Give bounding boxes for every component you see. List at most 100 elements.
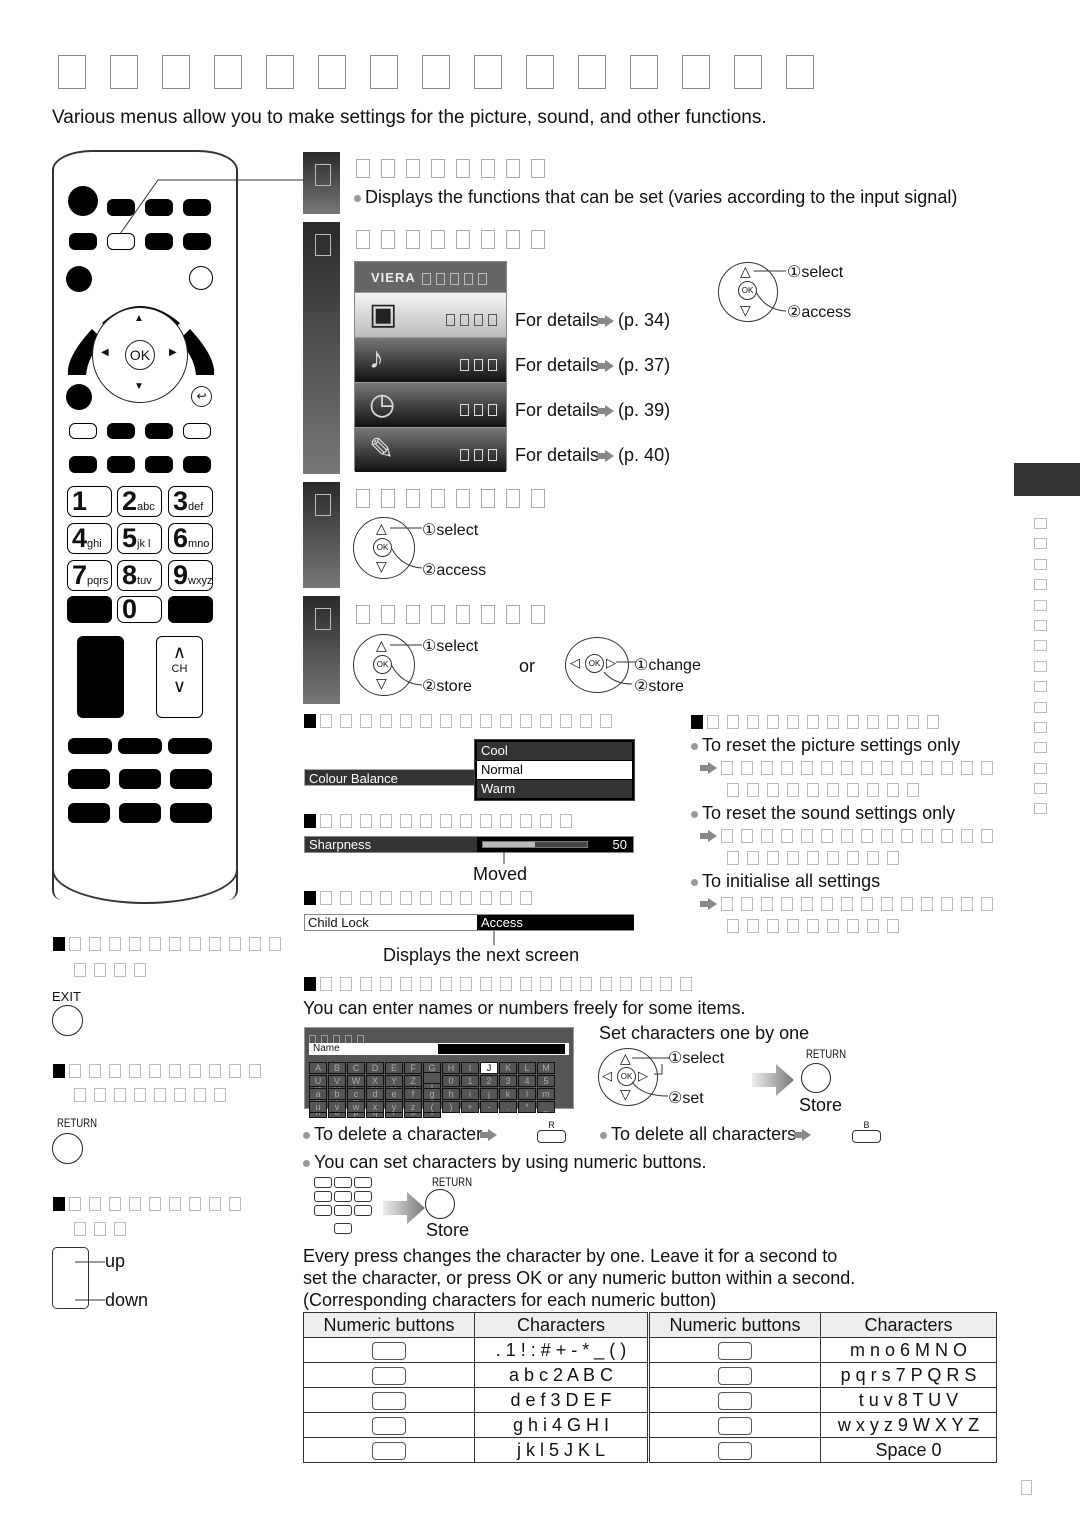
name-input[interactable]	[438, 1044, 565, 1054]
remote-button[interactable]	[107, 456, 135, 473]
keyboard-key[interactable]: v	[328, 1101, 346, 1113]
left-arrow-icon[interactable]: ◀	[101, 347, 109, 358]
remote-button[interactable]	[68, 738, 112, 754]
remote-button[interactable]	[145, 456, 173, 473]
child-lock-row[interactable]: Child Lock Access	[304, 914, 634, 931]
step-1-heading	[356, 159, 556, 178]
colour-balance-dropdown[interactable]: Cool Normal Warm	[474, 739, 635, 801]
subheading-text-entry	[304, 975, 700, 993]
keyboard-key[interactable]: w	[347, 1101, 365, 1113]
remote-button[interactable]	[145, 423, 173, 439]
keyboard-key[interactable]: _	[537, 1101, 555, 1113]
child-lock-value[interactable]: Access	[477, 915, 634, 930]
keyboard-key[interactable]: .	[499, 1101, 517, 1113]
remote-button[interactable]	[170, 803, 212, 823]
details-link[interactable]: For details (p. 37)	[515, 355, 670, 376]
viera-logo: VIERA	[371, 270, 416, 285]
characters-cell: p q r s 7 P Q R S	[820, 1362, 997, 1388]
name-entry-osd: Name ABCDEFGHIJKLMNOPQRSTUVWXYZ 01234567…	[304, 1027, 574, 1118]
power-button[interactable]	[68, 186, 98, 216]
return-icon[interactable]: ↩	[191, 386, 212, 407]
remote-button[interactable]	[168, 738, 212, 754]
up-arrow-icon[interactable]: ▲	[134, 313, 144, 324]
down-label: down	[105, 1290, 149, 1310]
keyboard-key[interactable]: x	[366, 1101, 384, 1113]
menu-item[interactable]: ✎	[355, 427, 506, 472]
numeric-key-7[interactable]: 7pqrs	[67, 560, 112, 591]
set-label: ②set	[668, 1090, 704, 1107]
characters-cell: j k l 5 J K L	[474, 1437, 649, 1463]
remote-button[interactable]	[168, 596, 213, 623]
remote-button[interactable]	[68, 769, 110, 789]
keyboard-key[interactable]: +	[461, 1101, 479, 1113]
remote-button[interactable]	[119, 769, 161, 789]
menu-item[interactable]: ▣	[355, 292, 506, 337]
remote-button[interactable]	[68, 803, 110, 823]
keyboard-key[interactable]: (	[423, 1101, 441, 1113]
ok-button[interactable]: OK	[125, 340, 155, 370]
remote-button[interactable]	[183, 456, 211, 473]
keyboard-key[interactable]: y	[385, 1101, 403, 1113]
numeric-key-3[interactable]: 3def	[168, 486, 213, 517]
menu-item[interactable]: ♪	[355, 337, 506, 382]
character-table: Numeric buttons Characters Numeric butto…	[303, 1312, 997, 1463]
step-4-marker	[303, 596, 340, 704]
numeric-key-0[interactable]: 0	[117, 596, 162, 623]
reset-option: To reset the sound settings only	[691, 803, 955, 824]
menu-item[interactable]: ◷	[355, 382, 506, 427]
dropdown-option[interactable]: Normal	[477, 761, 632, 779]
exit-button-icon	[52, 1005, 83, 1036]
numeric-key-9[interactable]: 9wxyz	[168, 560, 213, 591]
channel-label: CH	[171, 663, 188, 675]
remote-button[interactable]	[67, 596, 112, 623]
numeric-key-6[interactable]: 6mno	[168, 523, 213, 554]
dropdown-option[interactable]: Cool	[477, 742, 632, 760]
keyboard-key[interactable]: )	[442, 1101, 460, 1113]
details-link[interactable]: For details (p. 39)	[515, 400, 670, 421]
numeric-key-8[interactable]: 8tuv	[117, 560, 162, 591]
button-cell	[303, 1437, 475, 1463]
sharpness-slider[interactable]	[482, 841, 588, 848]
remote-button[interactable]	[118, 738, 162, 754]
characters-cell: . 1 ! : # + - * _ ( )	[474, 1337, 649, 1363]
button-cell	[303, 1337, 475, 1363]
one-by-one-label: Set characters one by one	[599, 1023, 810, 1043]
remote-button[interactable]	[183, 423, 211, 439]
table-row: j k l 5 J K L Space 0	[303, 1437, 997, 1463]
remote-button[interactable]	[119, 803, 161, 823]
numeric-key-5[interactable]: 5jk l	[117, 523, 162, 554]
keyboard-key[interactable]: u	[309, 1101, 327, 1113]
arrow-icon	[752, 1064, 794, 1096]
access-label: ②access	[787, 304, 852, 321]
keyboard-key[interactable]: z	[404, 1101, 422, 1113]
numeric-key-4[interactable]: 4ghi	[67, 523, 112, 554]
remote-button[interactable]	[66, 384, 92, 410]
numeric-button-icon	[372, 1416, 406, 1435]
numeric-key-2[interactable]: 2abc	[117, 486, 162, 517]
keyboard-key[interactable]	[423, 1072, 441, 1084]
remote-button[interactable]	[69, 456, 97, 473]
dropdown-option[interactable]: Warm	[477, 780, 632, 798]
right-arrow-icon[interactable]: ▶	[169, 347, 177, 358]
step-2-heading	[356, 230, 556, 249]
exit-label: EXIT	[52, 989, 81, 1004]
volume-rocker[interactable]	[77, 636, 124, 718]
details-link[interactable]: For details (p. 34)	[515, 310, 670, 331]
keyboard-key[interactable]: *	[518, 1101, 536, 1113]
channel-up-icon[interactable]: ∧	[157, 641, 202, 663]
side-index	[1034, 518, 1047, 824]
note-page-heading	[53, 1195, 249, 1213]
remote-button[interactable]	[69, 233, 97, 250]
numeric-key-1[interactable]: 1	[67, 486, 112, 517]
remote-button[interactable]	[107, 423, 135, 439]
remote-button[interactable]	[170, 769, 212, 789]
keyboard-key[interactable]: -	[480, 1101, 498, 1113]
channel-down-icon[interactable]: ∨	[157, 675, 202, 697]
next-screen-caption: Displays the next screen	[383, 945, 580, 965]
return-label: RETURN	[806, 1047, 846, 1061]
details-link[interactable]: For details (p. 40)	[515, 445, 670, 466]
remote-button[interactable]	[69, 423, 97, 439]
section-tab	[1014, 463, 1080, 496]
channel-rocker[interactable]: ∧ CH ∨	[156, 636, 203, 718]
down-arrow-icon[interactable]: ▼	[134, 381, 144, 392]
